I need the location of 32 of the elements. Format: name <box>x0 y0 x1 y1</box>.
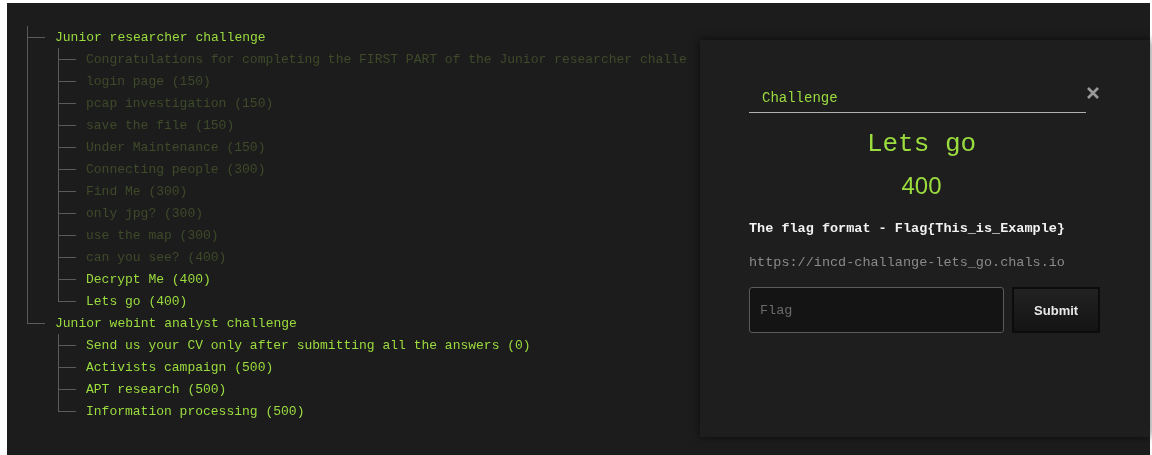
challenge-url: https://incd-challange-lets_go.chals.io <box>749 255 1066 270</box>
tree-connector <box>58 158 78 180</box>
challenge-description: The flag format - Flag{This_is_Example} <box>749 221 1066 236</box>
tree-connector <box>58 246 78 268</box>
tree-connector <box>58 92 78 114</box>
tree-item[interactable]: Activists campaign (500) <box>86 359 274 375</box>
close-button[interactable] <box>1086 86 1100 100</box>
challenge-tab[interactable]: Challenge <box>749 90 1086 113</box>
challenge-title: Lets go <box>865 129 978 159</box>
tree-connector <box>58 48 78 70</box>
tree-connector <box>58 378 78 400</box>
tree-item[interactable]: Lets go (400) <box>86 293 188 309</box>
flag-input[interactable]: Flag <box>749 287 1005 333</box>
tree-connector <box>58 136 78 158</box>
challenge-points: 400 <box>900 172 943 200</box>
tree-connector <box>58 268 78 290</box>
tree-item[interactable]: Decrypt Me (400) <box>86 271 211 287</box>
tree-item[interactable]: Junior webint analyst challenge <box>55 315 297 331</box>
tree-item[interactable]: Junior researcher challenge <box>55 29 266 45</box>
tree-connector <box>58 334 78 356</box>
tree-connector <box>58 114 78 136</box>
tree-item[interactable]: Information processing (500) <box>86 403 305 419</box>
tree-item[interactable]: Send us your CV only after submitting all the answers (0) <box>86 337 531 353</box>
tree-connector <box>58 202 78 224</box>
tree-connector <box>58 224 78 246</box>
submit-button[interactable]: Submit <box>1012 287 1100 333</box>
tree-connector <box>58 180 78 202</box>
tree-connector <box>58 70 78 92</box>
tree-connector <box>27 26 47 48</box>
close-icon <box>1086 86 1100 100</box>
tree-connector <box>58 356 78 378</box>
tree-item[interactable]: APT research (500) <box>86 381 227 397</box>
